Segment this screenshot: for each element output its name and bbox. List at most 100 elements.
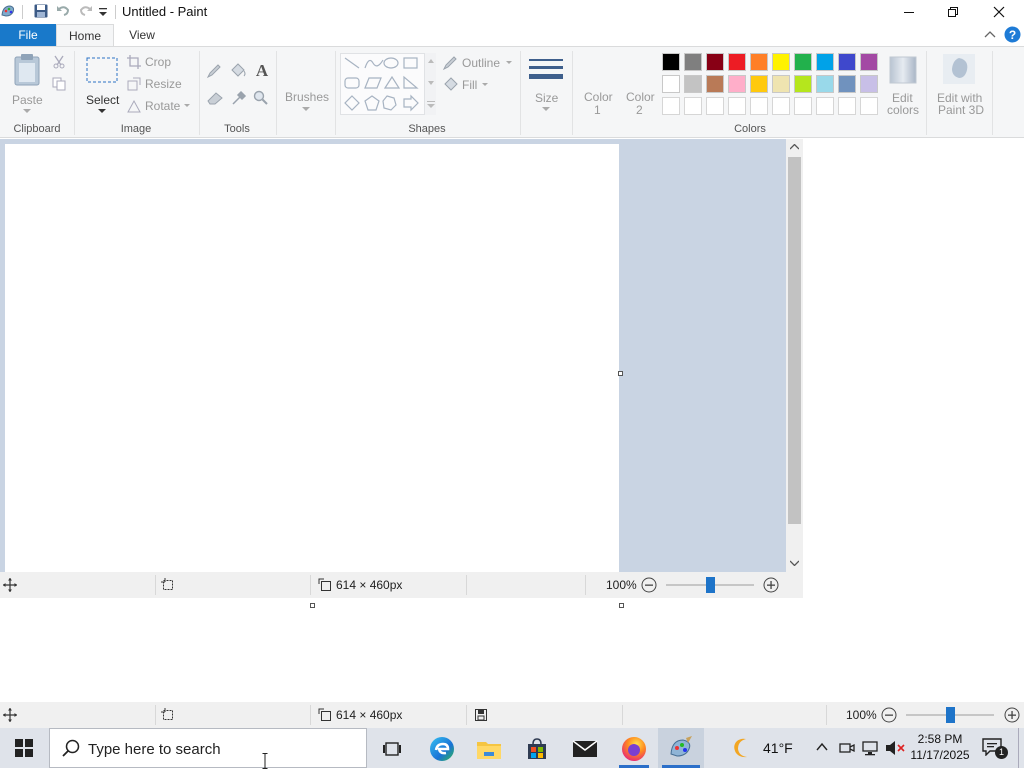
save-icon[interactable] bbox=[33, 3, 49, 19]
color-swatch[interactable] bbox=[772, 75, 790, 93]
custom-color-slot[interactable] bbox=[838, 97, 856, 115]
undo-icon[interactable] bbox=[55, 3, 71, 19]
meet-now-icon[interactable] bbox=[839, 740, 855, 756]
close-button[interactable] bbox=[976, 0, 1022, 24]
resize-button[interactable]: Resize bbox=[127, 76, 197, 92]
outline-dropdown[interactable]: Outline bbox=[442, 55, 514, 71]
taskbar-clock[interactable]: 2:58 PM 11/17/2025 bbox=[902, 731, 978, 763]
canvas-resize-handle-right[interactable] bbox=[618, 371, 623, 376]
color-swatch[interactable] bbox=[860, 53, 878, 71]
zoom-slider-thumb[interactable] bbox=[706, 577, 715, 593]
custom-color-slot[interactable] bbox=[860, 97, 878, 115]
cut-icon[interactable] bbox=[52, 55, 66, 69]
ribbon: Paste Clipboard Select Crop Resize Rotat… bbox=[0, 46, 1024, 138]
color1-button[interactable]: Color 1 bbox=[578, 51, 618, 117]
brushes-button[interactable]: Brushes bbox=[280, 51, 332, 117]
eraser-icon[interactable] bbox=[206, 91, 224, 105]
color-swatch[interactable] bbox=[706, 75, 724, 93]
custom-color-slot[interactable] bbox=[706, 97, 724, 115]
custom-color-slot[interactable] bbox=[794, 97, 812, 115]
file-explorer-icon[interactable] bbox=[469, 732, 509, 766]
paste-button[interactable]: Paste bbox=[6, 51, 48, 117]
rotate-button[interactable]: Rotate bbox=[127, 98, 197, 114]
network-icon[interactable] bbox=[862, 740, 880, 756]
color-swatch[interactable] bbox=[794, 75, 812, 93]
tab-view[interactable]: View bbox=[114, 24, 170, 46]
crop-button[interactable]: Crop bbox=[127, 54, 197, 70]
magnifier-icon[interactable] bbox=[253, 90, 269, 106]
copy-icon[interactable] bbox=[52, 77, 66, 91]
color-swatch[interactable] bbox=[816, 75, 834, 93]
fill-bucket-icon[interactable] bbox=[229, 63, 247, 79]
zoom-out-icon-lower[interactable] bbox=[881, 707, 897, 723]
tab-file[interactable]: File bbox=[0, 24, 56, 46]
zoom-in-icon-lower[interactable] bbox=[1004, 707, 1020, 723]
weather-moon-icon[interactable] bbox=[732, 737, 754, 759]
pencil-icon[interactable] bbox=[206, 63, 222, 79]
shapes-scroll[interactable] bbox=[424, 53, 436, 115]
vertical-scrollbar[interactable] bbox=[786, 139, 803, 572]
custom-color-slot[interactable] bbox=[816, 97, 834, 115]
drawing-canvas[interactable] bbox=[5, 144, 619, 572]
taskbar-search-box[interactable]: Type here to search bbox=[49, 728, 367, 769]
paint-app-icon[interactable] bbox=[0, 3, 16, 19]
custom-color-slot[interactable] bbox=[662, 97, 680, 115]
restore-button[interactable] bbox=[930, 0, 976, 24]
color-swatch[interactable] bbox=[816, 53, 834, 71]
color2-button[interactable]: Color 2 bbox=[620, 51, 660, 117]
help-icon[interactable]: ? bbox=[1004, 26, 1021, 43]
scroll-down-arrow-icon[interactable] bbox=[790, 560, 799, 566]
microsoft-store-icon[interactable] bbox=[517, 732, 557, 766]
edit-with-paint3d-button[interactable]: Edit with Paint 3D bbox=[932, 51, 988, 117]
size-button[interactable]: Size bbox=[524, 51, 568, 117]
tab-home[interactable]: Home bbox=[56, 24, 114, 46]
paste-label: Paste bbox=[12, 93, 43, 107]
color-swatch[interactable] bbox=[706, 53, 724, 71]
minimize-ribbon-icon[interactable] bbox=[984, 29, 996, 39]
color-picker-icon[interactable] bbox=[231, 90, 247, 106]
canvas-resize-handle-corner[interactable] bbox=[619, 603, 624, 608]
custom-color-slot[interactable] bbox=[684, 97, 702, 115]
shapes-gallery[interactable] bbox=[340, 53, 436, 115]
canvas-resize-handle-bottom[interactable] bbox=[310, 603, 315, 608]
zoom-level-text: 100% bbox=[606, 578, 637, 592]
color-swatch[interactable] bbox=[728, 75, 746, 93]
text-tool-icon[interactable]: A bbox=[254, 61, 270, 79]
color-swatch[interactable] bbox=[838, 53, 856, 71]
custom-color-slot[interactable] bbox=[728, 97, 746, 115]
color-swatch[interactable] bbox=[838, 75, 856, 93]
color-swatch[interactable] bbox=[750, 75, 768, 93]
color-swatch[interactable] bbox=[860, 75, 878, 93]
color-swatch[interactable] bbox=[684, 53, 702, 71]
weather-temperature[interactable]: 41°F bbox=[763, 740, 793, 756]
color-swatch[interactable] bbox=[794, 53, 812, 71]
mail-icon[interactable] bbox=[565, 732, 605, 766]
vertical-scroll-thumb[interactable] bbox=[788, 157, 801, 524]
task-view-button[interactable] bbox=[372, 732, 412, 766]
custom-color-slot[interactable] bbox=[772, 97, 790, 115]
firefox-icon[interactable] bbox=[614, 732, 654, 766]
color-swatch[interactable] bbox=[750, 53, 768, 71]
zoom-out-icon[interactable] bbox=[641, 577, 657, 593]
select-button[interactable]: Select bbox=[80, 51, 124, 117]
color-swatch[interactable] bbox=[772, 53, 790, 71]
color-swatch[interactable] bbox=[662, 75, 680, 93]
show-desktop-button[interactable] bbox=[1018, 728, 1019, 768]
edit-colors-button[interactable]: Edit colors bbox=[884, 51, 924, 117]
edge-browser-icon[interactable] bbox=[422, 732, 462, 766]
zoom-in-icon[interactable] bbox=[763, 577, 779, 593]
paint-taskbar-button[interactable] bbox=[658, 728, 704, 768]
color-swatch[interactable] bbox=[662, 53, 680, 71]
show-hidden-icons-icon[interactable] bbox=[816, 742, 828, 752]
notification-center-button[interactable]: 1 bbox=[980, 734, 1008, 762]
minimize-button[interactable] bbox=[886, 0, 932, 24]
zoom-slider-thumb-lower[interactable] bbox=[946, 707, 955, 723]
fill-dropdown[interactable]: Fill bbox=[442, 77, 502, 93]
scroll-up-arrow-icon[interactable] bbox=[790, 144, 799, 150]
start-button[interactable] bbox=[4, 731, 44, 765]
color-swatch[interactable] bbox=[684, 75, 702, 93]
customize-quick-access-icon[interactable] bbox=[98, 5, 108, 19]
color-swatch[interactable] bbox=[728, 53, 746, 71]
redo-icon[interactable] bbox=[78, 3, 94, 19]
custom-color-slot[interactable] bbox=[750, 97, 768, 115]
